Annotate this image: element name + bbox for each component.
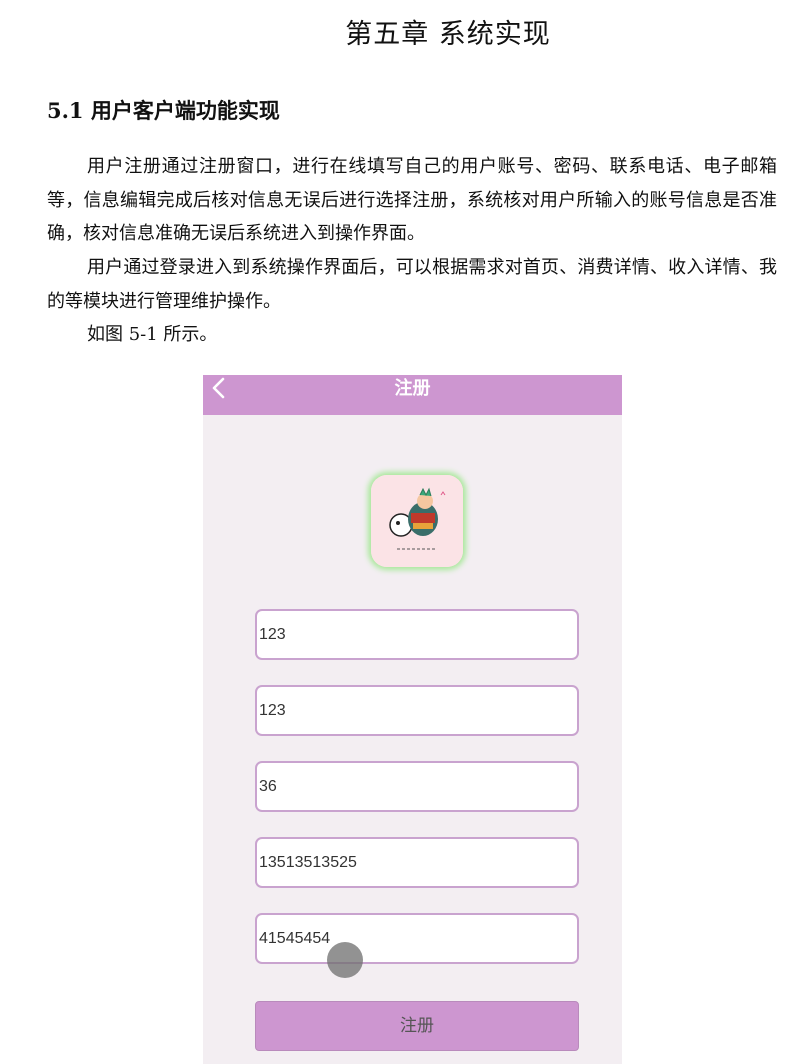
top-bar: 注册 bbox=[203, 375, 622, 415]
chevron-left-icon[interactable] bbox=[207, 375, 229, 405]
screen-title: 注册 bbox=[394, 378, 431, 399]
register-screen-figure: 注册 123 123 36 13513513525 41545454 注册 bbox=[203, 375, 622, 1064]
chapter-title: 第五章 系统实现 bbox=[345, 19, 551, 50]
phone-input[interactable]: 13513513525 bbox=[255, 837, 579, 888]
paragraph-registration: 用户注册通过注册窗口，进行在线填写自己的用户账号、密码、联系电话、电子邮箱等，信… bbox=[47, 156, 777, 244]
username-input[interactable]: 123 bbox=[255, 609, 579, 660]
avatar[interactable] bbox=[371, 475, 463, 567]
register-button[interactable]: 注册 bbox=[255, 1001, 579, 1051]
section-title: 5.1 用户客户端功能实现 bbox=[47, 98, 280, 123]
age-input[interactable]: 36 bbox=[255, 761, 579, 812]
paragraph-figure-ref: 如图 5-1 所示。 bbox=[87, 324, 218, 345]
password-input[interactable]: 123 bbox=[255, 685, 579, 736]
email-input[interactable]: 41545454 bbox=[255, 913, 579, 964]
cartoon-avatar-image bbox=[371, 475, 463, 567]
touch-indicator bbox=[327, 942, 363, 978]
paragraph-login: 用户通过登录进入到系统操作界面后，可以根据需求对首页、消费详情、收入详情、我的等… bbox=[47, 257, 777, 312]
